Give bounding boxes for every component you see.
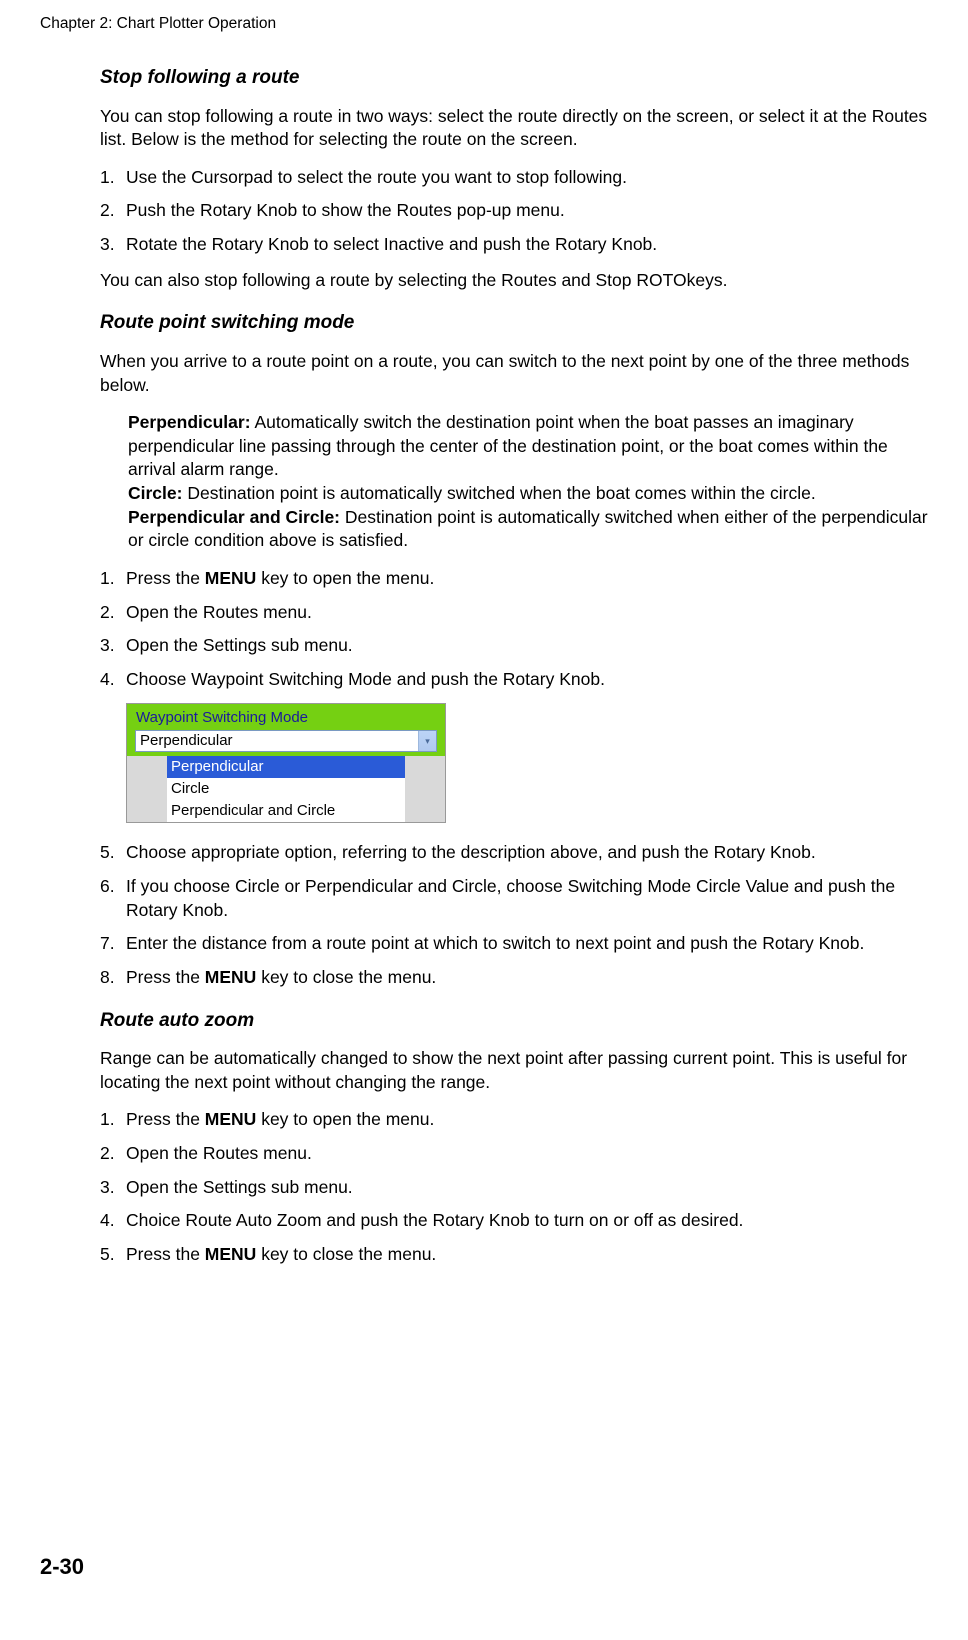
ordered-list: 5.Choose appropriate option, referring t… (100, 841, 928, 989)
figure-header: Waypoint Switching Mode Perpendicular ▾ (127, 704, 445, 755)
list-text: Choose Waypoint Switching Mode and push … (126, 669, 605, 689)
list-text: Rotate the Rotary Knob to select Inactiv… (126, 234, 657, 254)
dropdown-option[interactable]: Circle (167, 778, 405, 800)
list-text: Press the MENU key to open the menu. (126, 1109, 434, 1129)
list-text: Open the Settings sub menu. (126, 635, 353, 655)
list-item: 5.Press the MENU key to close the menu. (100, 1243, 928, 1267)
section-title-stop-following: Stop following a route (100, 65, 928, 91)
list-item: 1.Use the Cursorpad to select the route … (100, 166, 928, 190)
list-item: 1.Press the MENU key to open the menu. (100, 567, 928, 591)
figure-side-right (405, 756, 445, 823)
figure-label: Waypoint Switching Mode (130, 706, 442, 728)
definition-block: Perpendicular: Automatically switch the … (128, 411, 928, 553)
list-item: 8.Press the MENU key to close the menu. (100, 966, 928, 990)
chapter-header: Chapter 2: Chart Plotter Operation (40, 14, 928, 35)
section-title-switching-mode: Route point switching mode (100, 310, 928, 336)
list-text: Use the Cursorpad to select the route yo… (126, 167, 627, 187)
term-perpendicular: Perpendicular: (128, 412, 251, 432)
list-text: Choice Route Auto Zoom and push the Rota… (126, 1210, 743, 1230)
figure-options-panel: Perpendicular Circle Perpendicular and C… (127, 756, 445, 823)
list-text: Press the MENU key to close the menu. (126, 1244, 436, 1264)
dropdown-option[interactable]: Perpendicular and Circle (167, 800, 405, 822)
dropdown-option-selected[interactable]: Perpendicular (167, 756, 405, 778)
list-item: 1.Press the MENU key to open the menu. (100, 1108, 928, 1132)
list-item: 2.Open the Routes menu. (100, 1142, 928, 1166)
list-item: 7.Enter the distance from a route point … (100, 932, 928, 956)
dropdown-value: Perpendicular (136, 731, 418, 751)
list-item: 3.Open the Settings sub menu. (100, 1176, 928, 1200)
ordered-list: 1.Press the MENU key to open the menu. 2… (100, 567, 928, 692)
list-text: Press the MENU key to close the menu. (126, 967, 436, 987)
page-content: Stop following a route You can stop foll… (100, 65, 928, 1267)
figure-waypoint-switching: Waypoint Switching Mode Perpendicular ▾ … (126, 703, 446, 823)
figure-side-left (127, 756, 167, 823)
list-text: If you choose Circle or Perpendicular an… (126, 876, 895, 920)
list-item: 2.Push the Rotary Knob to show the Route… (100, 199, 928, 223)
dropdown-options: Perpendicular Circle Perpendicular and C… (167, 756, 405, 823)
dropdown-select[interactable]: Perpendicular ▾ (135, 730, 437, 752)
list-item: 4.Choose Waypoint Switching Mode and pus… (100, 668, 928, 692)
list-text: Open the Settings sub menu. (126, 1177, 353, 1197)
list-item: 6.If you choose Circle or Perpendicular … (100, 875, 928, 922)
list-text: Enter the distance from a route point at… (126, 933, 864, 953)
list-item: 3.Open the Settings sub menu. (100, 634, 928, 658)
term-perp-circle: Perpendicular and Circle: (128, 507, 340, 527)
paragraph: When you arrive to a route point on a ro… (100, 350, 928, 397)
list-item: 5.Choose appropriate option, referring t… (100, 841, 928, 865)
list-text: Push the Rotary Knob to show the Routes … (126, 200, 565, 220)
list-item: 4.Choice Route Auto Zoom and push the Ro… (100, 1209, 928, 1233)
paragraph: Range can be automatically changed to sh… (100, 1047, 928, 1094)
paragraph: You can also stop following a route by s… (100, 269, 928, 293)
chevron-down-icon: ▾ (418, 731, 436, 751)
ordered-list: 1.Press the MENU key to open the menu. 2… (100, 1108, 928, 1266)
list-text: Choose appropriate option, referring to … (126, 842, 816, 862)
list-text: Open the Routes menu. (126, 1143, 312, 1163)
list-item: 2.Open the Routes menu. (100, 601, 928, 625)
section-title-auto-zoom: Route auto zoom (100, 1008, 928, 1034)
list-text: Press the MENU key to open the menu. (126, 568, 434, 588)
term-circle: Circle: (128, 483, 182, 503)
paragraph: You can stop following a route in two wa… (100, 105, 928, 152)
list-item: 3.Rotate the Rotary Knob to select Inact… (100, 233, 928, 257)
list-text: Open the Routes menu. (126, 602, 312, 622)
page-number: 2-30 (40, 1552, 84, 1582)
ordered-list: 1.Use the Cursorpad to select the route … (100, 166, 928, 257)
definition-text: Destination point is automatically switc… (182, 483, 815, 503)
